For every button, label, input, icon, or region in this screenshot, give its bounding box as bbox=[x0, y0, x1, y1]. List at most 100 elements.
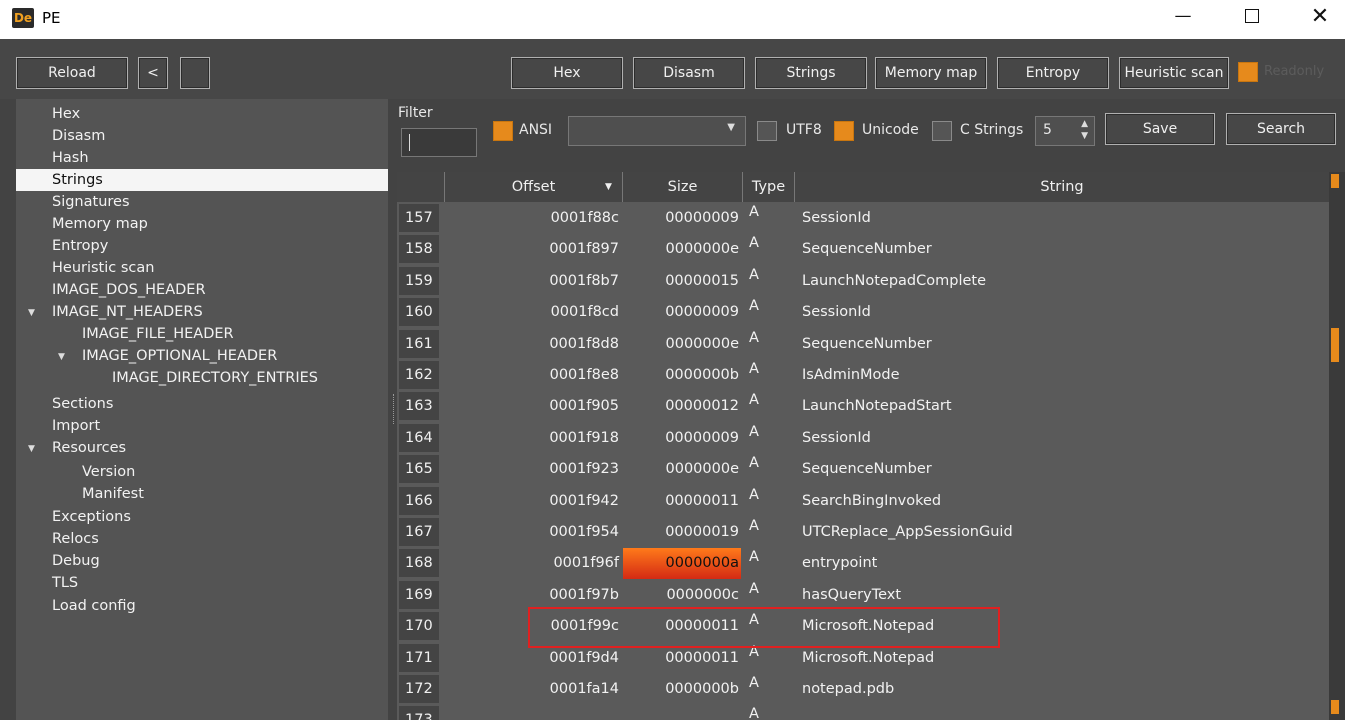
row-number[interactable]: 164 bbox=[399, 423, 439, 452]
search-button[interactable]: Search bbox=[1226, 113, 1336, 145]
string-cell[interactable]: SequenceNumber bbox=[802, 329, 1322, 360]
sidebar-item-version[interactable]: Version bbox=[16, 461, 388, 483]
string-cell[interactable]: SequenceNumber bbox=[802, 454, 1322, 485]
sidebar-item-sections[interactable]: Sections bbox=[16, 393, 388, 415]
offset-cell[interactable]: 0001f897 bbox=[445, 234, 619, 265]
type-cell[interactable]: A bbox=[749, 260, 789, 291]
spin-arrows-icon[interactable]: ▲ ▼ bbox=[1081, 118, 1088, 142]
size-cell[interactable]: 0000000b bbox=[623, 360, 741, 391]
size-cell[interactable]: 00000011 bbox=[623, 486, 741, 517]
row-number[interactable]: 168 bbox=[399, 549, 439, 578]
string-cell[interactable]: LaunchNotepadComplete bbox=[802, 266, 1322, 297]
sidebar-item-load-config[interactable]: Load config bbox=[16, 595, 388, 617]
size-cell[interactable]: 00000012 bbox=[623, 391, 741, 422]
type-cell[interactable]: A bbox=[749, 354, 789, 385]
encoding-select[interactable]: ▼ bbox=[568, 116, 746, 146]
back-button[interactable]: < bbox=[138, 57, 168, 89]
vertical-scrollbar[interactable] bbox=[1329, 172, 1345, 720]
offset-cell[interactable]: 0001f942 bbox=[445, 486, 619, 517]
table-row[interactable]: 165 0001f923 0000000e A SequenceNumber bbox=[397, 454, 1329, 485]
type-cell[interactable]: A bbox=[749, 197, 789, 228]
table-row[interactable]: 163 0001f905 00000012 A LaunchNotepadStart bbox=[397, 391, 1329, 422]
string-cell[interactable]: SessionId bbox=[802, 423, 1322, 454]
table-row[interactable]: 158 0001f897 0000000e A SequenceNumber bbox=[397, 234, 1329, 265]
column-header-offset[interactable]: Offset ▼ bbox=[445, 172, 623, 202]
row-number[interactable]: 171 bbox=[399, 643, 439, 672]
sidebar-item-disasm[interactable]: Disasm bbox=[16, 125, 388, 147]
unicode-checkbox[interactable] bbox=[834, 121, 854, 141]
table-row[interactable]: 168 0001f96f 0000000a Aentrypoint bbox=[397, 548, 1329, 580]
size-cell[interactable] bbox=[623, 705, 741, 720]
column-header-size[interactable]: Size bbox=[623, 172, 743, 202]
string-cell[interactable]: IsAdminMode bbox=[802, 360, 1322, 391]
type-cell[interactable]: A bbox=[749, 417, 789, 448]
table-row[interactable]: 164 0001f918 00000009 A SessionId bbox=[397, 423, 1329, 454]
size-cell[interactable]: 0000000e bbox=[623, 329, 741, 360]
size-cell[interactable]: 00000009 bbox=[623, 423, 741, 454]
type-cell[interactable]: A bbox=[749, 323, 789, 354]
table-row[interactable]: 173A bbox=[397, 705, 1329, 720]
readonly-checkbox[interactable] bbox=[1238, 62, 1258, 82]
row-number[interactable]: 159 bbox=[399, 266, 439, 295]
table-row[interactable]: 166 0001f942 00000011 A SearchBingInvoked bbox=[397, 486, 1329, 517]
sidebar-item-tls[interactable]: TLS bbox=[16, 572, 388, 594]
row-number[interactable]: 169 bbox=[399, 580, 439, 609]
type-cell[interactable]: A bbox=[749, 699, 789, 720]
offset-cell[interactable]: 0001f8cd bbox=[445, 297, 619, 328]
table-row[interactable]: 159 0001f8b7 00000015 A LaunchNotepadComplet… bbox=[397, 266, 1329, 297]
size-cell[interactable]: 0000000b bbox=[623, 674, 741, 705]
sidebar-item-image-directory-entries[interactable]: IMAGE_DIRECTORY_ENTRIES bbox=[16, 367, 388, 389]
string-cell[interactable]: UTCReplace_AppSessionGuid bbox=[802, 517, 1322, 548]
sidebar-item-heuristic-scan[interactable]: Heuristic scan bbox=[16, 257, 388, 279]
string-cell[interactable]: entrypoint bbox=[802, 548, 1322, 579]
row-number[interactable]: 163 bbox=[399, 392, 439, 421]
sidebar-item-import[interactable]: Import bbox=[16, 415, 388, 437]
entropy-button[interactable]: Entropy bbox=[997, 57, 1109, 89]
size-cell[interactable]: 0000000a bbox=[623, 548, 741, 580]
sidebar-item-relocs[interactable]: Relocs bbox=[16, 528, 388, 550]
row-number[interactable]: 160 bbox=[399, 298, 439, 327]
row-number[interactable]: 157 bbox=[399, 204, 439, 232]
type-cell[interactable]: A bbox=[749, 448, 789, 479]
column-header-string[interactable]: String bbox=[795, 172, 1329, 202]
offset-cell[interactable]: 0001f923 bbox=[445, 454, 619, 485]
row-number[interactable]: 166 bbox=[399, 486, 439, 515]
type-cell[interactable]: A bbox=[749, 668, 789, 699]
table-row[interactable]: 161 0001f8d8 0000000e A SequenceNumber bbox=[397, 329, 1329, 360]
type-cell[interactable]: A bbox=[749, 574, 789, 605]
string-cell[interactable]: SequenceNumber bbox=[802, 234, 1322, 265]
sidebar-item-entropy[interactable]: Entropy bbox=[16, 235, 388, 257]
row-number[interactable]: 162 bbox=[399, 361, 439, 389]
reload-button[interactable]: Reload bbox=[16, 57, 128, 89]
offset-cell[interactable]: 0001f88c bbox=[445, 203, 619, 234]
sidebar-item-image-file-header[interactable]: IMAGE_FILE_HEADER bbox=[16, 323, 388, 345]
size-cell[interactable]: 0000000e bbox=[623, 454, 741, 485]
sidebar-item-signatures[interactable]: Signatures bbox=[16, 191, 388, 213]
row-number[interactable]: 170 bbox=[399, 612, 439, 641]
offset-cell[interactable]: 0001f8b7 bbox=[445, 266, 619, 297]
scroll-thumb[interactable] bbox=[1331, 328, 1339, 362]
maximize-button[interactable] bbox=[1229, 0, 1275, 32]
size-cell[interactable]: 00000019 bbox=[623, 517, 741, 548]
string-cell[interactable]: notepad.pdb bbox=[802, 674, 1322, 705]
strings-button[interactable]: Strings bbox=[755, 57, 867, 89]
offset-cell[interactable]: 0001f8d8 bbox=[445, 329, 619, 360]
string-cell[interactable]: LaunchNotepadStart bbox=[802, 391, 1322, 422]
type-cell[interactable]: A bbox=[749, 228, 789, 259]
type-cell[interactable]: A bbox=[749, 511, 789, 542]
offset-cell[interactable]: 0001f918 bbox=[445, 423, 619, 454]
table-row[interactable]: 167 0001f954 00000019 A UTCReplace_AppSessio… bbox=[397, 517, 1329, 548]
sidebar-item-exceptions[interactable]: Exceptions bbox=[16, 506, 388, 528]
offset-cell[interactable]: 0001f954 bbox=[445, 517, 619, 548]
sidebar-item-memory-map[interactable]: Memory map bbox=[16, 213, 388, 235]
string-cell[interactable]: SessionId bbox=[802, 297, 1322, 328]
disasm-button[interactable]: Disasm bbox=[633, 57, 745, 89]
save-button[interactable]: Save bbox=[1105, 113, 1215, 145]
memory-map-button[interactable]: Memory map bbox=[875, 57, 987, 89]
hex-button[interactable]: Hex bbox=[511, 57, 623, 89]
type-cell[interactable]: A bbox=[749, 291, 789, 322]
table-row[interactable]: 162 0001f8e8 0000000b A IsAdminMode bbox=[397, 360, 1329, 391]
size-cell[interactable]: 00000009 bbox=[623, 203, 741, 234]
scroll-down-icon[interactable] bbox=[1331, 700, 1339, 714]
row-number[interactable]: 158 bbox=[399, 235, 439, 264]
